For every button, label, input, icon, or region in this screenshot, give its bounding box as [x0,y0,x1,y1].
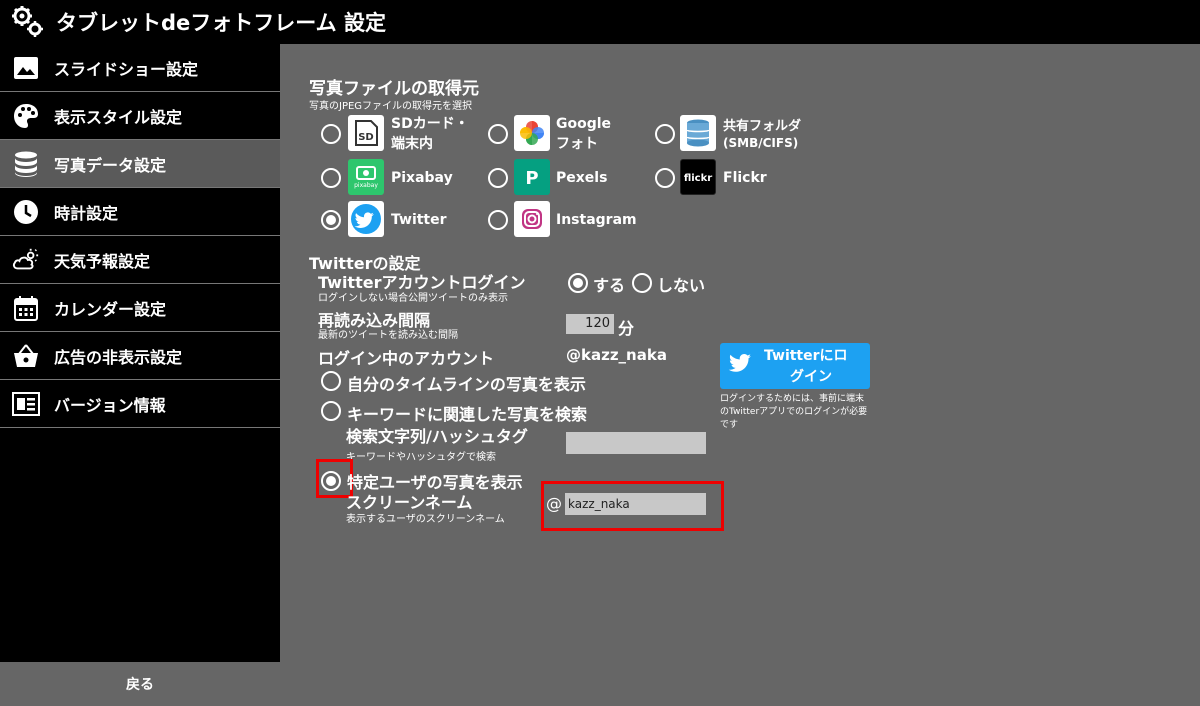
account-title: ログイン中のアカウント [318,349,495,368]
login-note: ログインするためには、事前に端末のTwitterアプリでのログインが必要です [720,394,868,430]
gears-icon [10,4,46,40]
source-label-line: フォト [556,136,598,152]
source-radio-pexels[interactable] [488,168,508,188]
pexels-icon: P [514,159,550,195]
reload-unit: 分 [618,319,635,338]
sidebar-item-display-style[interactable]: 表示スタイル設定 [0,92,280,140]
source-radio-smb[interactable] [655,124,675,144]
twitter-login-line1: Twitterにロ [764,348,848,364]
source-radio-google[interactable] [488,124,508,144]
reload-interval-input[interactable]: 120 [566,314,614,334]
mode-keyword-radio[interactable] [321,401,341,421]
source-radio-twitter[interactable] [321,210,341,230]
instagram-icon [514,201,550,237]
login-no-radio[interactable] [632,273,652,293]
source-subtitle: 写真のJPEGファイルの取得元を選択 [309,101,473,112]
source-label-pixabay: Pixabay [391,170,453,186]
search-title: 検索文字列/ハッシュタグ [346,427,528,446]
twitter-icon [348,201,384,237]
svg-text:pixabay: pixabay [354,182,378,189]
sidebar-item-slideshow[interactable]: スライドショー設定 [0,44,280,92]
shared-folder-icon [680,115,716,151]
login-yes-radio[interactable] [568,273,588,293]
source-label-line: 端末内 [391,136,433,152]
sidebar-item-label: スライドショー設定 [54,59,199,79]
sidebar-item-version[interactable]: バージョン情報 [0,380,280,428]
svg-text:P: P [525,168,538,189]
source-label-line: 共有フォルダ [723,119,802,134]
google-photos-icon [514,115,550,151]
source-label-line: Google [556,116,612,132]
search-subtitle: キーワードやハッシュタグで検索 [346,452,496,463]
sidebar-item-clock[interactable]: 時計設定 [0,188,280,236]
flickr-icon: flickr [680,159,716,195]
palette-icon [12,102,40,130]
settings-app: タブレットdeフォトフレーム 設定 スライドショー設定 表示スタイル設定 写真デ… [0,0,1200,706]
sidebar-item-label: カレンダー設定 [54,299,167,319]
sidebar-item-weather[interactable]: 天気予報設定 [0,236,280,284]
source-radio-flickr[interactable] [655,168,675,188]
login-setting-subtitle: ログインしない場合公開ツイートのみ表示 [318,293,508,304]
source-radio-instagram[interactable] [488,210,508,230]
twitter-bird-icon [728,353,752,379]
sidebar-item-label: 広告の非表示設定 [54,347,183,367]
calendar-icon [12,294,40,322]
screen-name-subtitle: 表示するユーザのスクリーンネーム [346,514,505,525]
main-panel: 写真ファイルの取得元 写真のJPEGファイルの取得元を選択 SD SDカード・ … [280,44,1200,662]
source-label-flickr: Flickr [723,170,767,186]
sidebar-item-label: 天気予報設定 [54,251,151,271]
sidebar: スライドショー設定 表示スタイル設定 写真データ設定 時計設定 天気予報設定 カ… [0,44,280,662]
twitter-login-line2: グイン [790,369,832,385]
reload-setting-subtitle: 最新のツイートを読み込む間隔 [318,330,458,341]
search-keyword-input[interactable] [566,432,706,454]
weather-icon [12,246,40,274]
source-title: 写真ファイルの取得元 [309,79,479,99]
title-bar: タブレットdeフォトフレーム 設定 [0,0,1200,44]
sidebar-item-label: バージョン情報 [54,395,166,415]
highlight-box-screen-name [541,481,724,531]
login-no-label: しない [657,276,706,295]
source-label-line: SDカード・ [391,116,469,132]
source-radio-pixabay[interactable] [321,168,341,188]
pixabay-icon: pixabay [348,159,384,195]
login-yes-label: する [593,276,626,295]
app-title: タブレットdeフォトフレーム 設定 [56,11,386,35]
account-value: @kazz_naka [566,346,667,364]
twitter-login-button[interactable]: Twitterにロ グイン [720,343,870,389]
sidebar-item-label: 写真データ設定 [54,155,167,175]
mode-timeline-label: 自分のタイムラインの写真を表示 [347,375,586,394]
back-button[interactable]: 戻る [0,662,280,706]
basket-icon [12,342,40,370]
source-label-smb: 共有フォルダ (SMB/CIFS) [723,118,801,152]
sidebar-item-label: 表示スタイル設定 [54,107,183,127]
sidebar-item-calendar[interactable]: カレンダー設定 [0,284,280,332]
source-label-twitter: Twitter [391,212,447,228]
svg-text:SD: SD [358,132,374,143]
mode-keyword-label: キーワードに関連した写真を検索 [347,405,588,424]
source-label-instagram: Instagram [556,212,637,228]
info-card-icon [12,390,40,418]
source-label-sd: SDカード・ 端末内 [391,114,469,154]
svg-text:flickr: flickr [684,173,712,184]
clock-icon [12,198,40,226]
source-label-line: (SMB/CIFS) [723,136,799,150]
source-label-pexels: Pexels [556,170,608,186]
source-label-google: Google フォト [556,114,611,154]
sidebar-item-ads[interactable]: 広告の非表示設定 [0,332,280,380]
mode-timeline-radio[interactable] [321,371,341,391]
database-icon [12,150,40,178]
sidebar-item-label: 時計設定 [54,203,119,223]
sidebar-item-photo-data[interactable]: 写真データ設定 [0,140,280,188]
sd-card-icon: SD [348,115,384,151]
source-radio-sd[interactable] [321,124,341,144]
image-icon [12,54,40,82]
